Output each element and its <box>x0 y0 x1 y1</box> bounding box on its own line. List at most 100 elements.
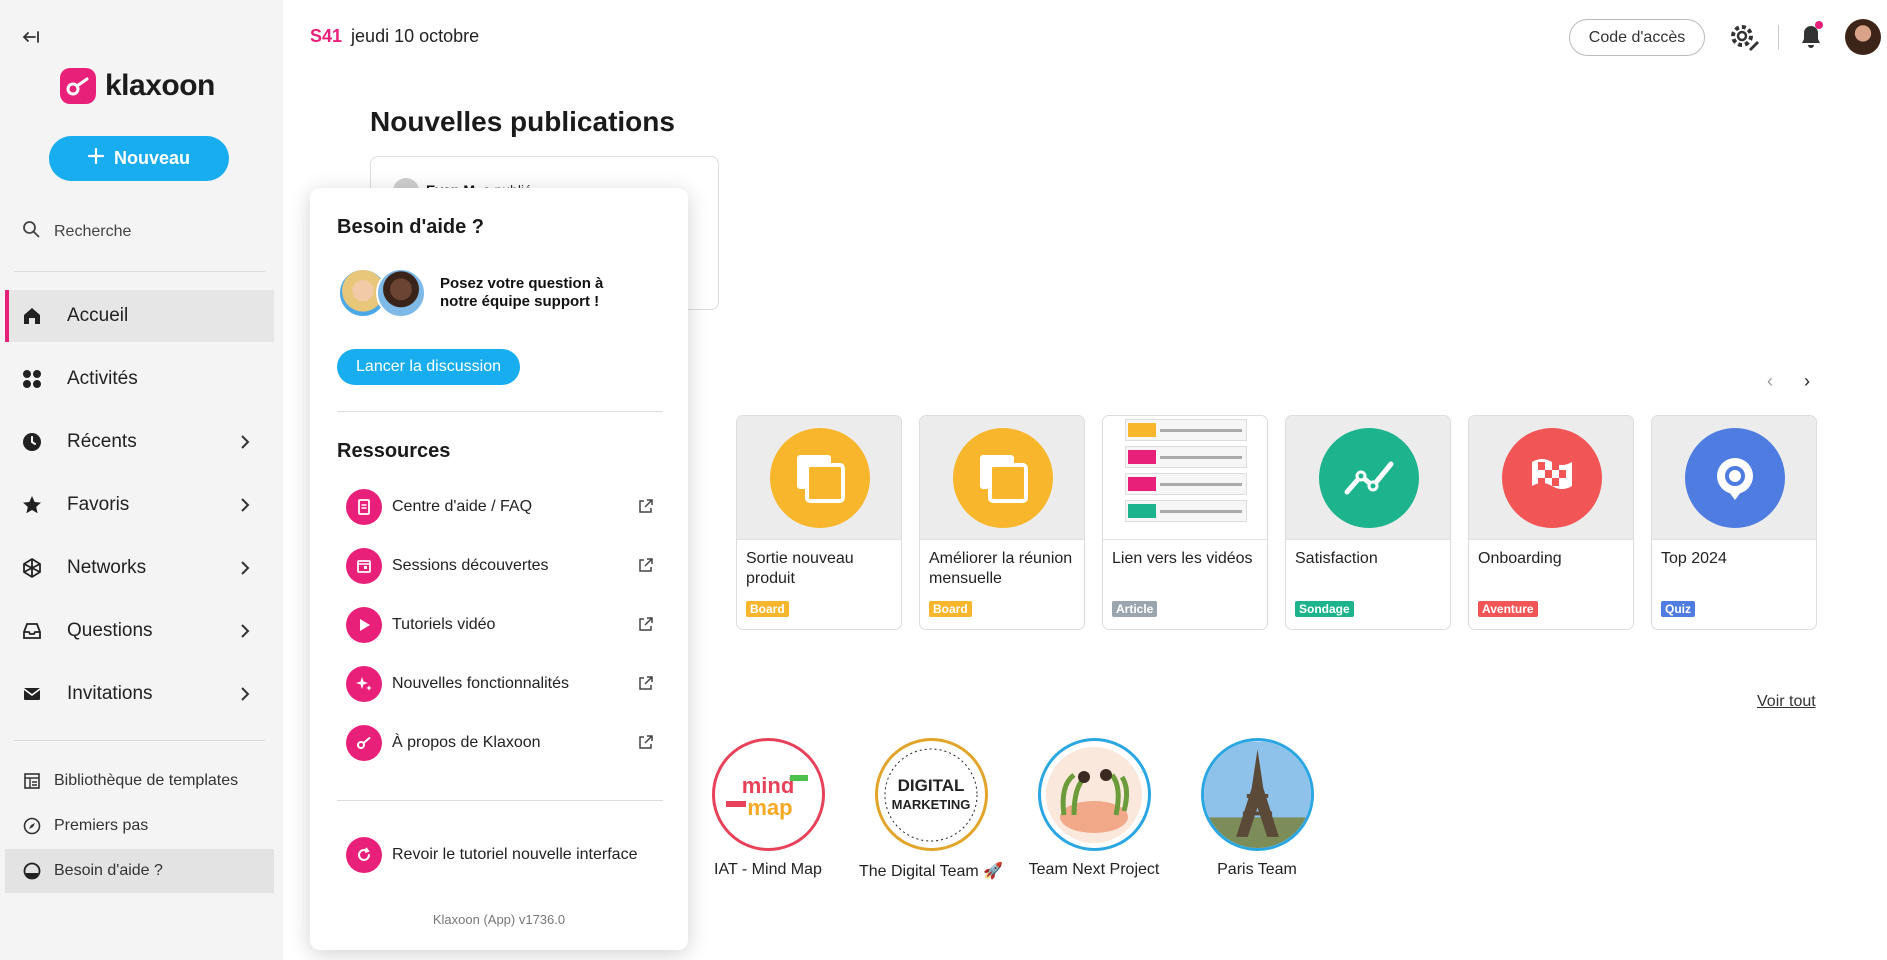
sidebar-divider <box>14 271 265 272</box>
date-label: jeudi 10 octobre <box>351 26 480 46</box>
quiz-icon <box>1685 428 1785 528</box>
document-icon <box>346 489 382 525</box>
current-date: S41 jeudi 10 octobre <box>310 26 479 47</box>
team-name: IAT - Mind Map <box>714 861 822 878</box>
chevron-right-icon <box>236 685 254 703</box>
replay-icon <box>346 837 382 873</box>
toolbar-separator <box>1778 25 1779 50</box>
replay-tutorial-button[interactable]: Revoir le tutoriel nouvelle interface <box>346 836 654 874</box>
activity-title: Top 2024 <box>1661 550 1727 567</box>
activity-thumbnail <box>1103 416 1267 540</box>
plus-icon <box>87 147 105 169</box>
sidebar-item-accueil[interactable]: Accueil <box>5 290 274 342</box>
team-item[interactable]: Paris Team <box>1177 738 1337 879</box>
resource-discovery-sessions[interactable]: Sessions découvertes <box>346 547 654 585</box>
support-invitation-text: Posez votre question à notre équipe supp… <box>440 275 603 311</box>
sidebar-item-networks[interactable]: Networks <box>5 542 274 594</box>
team-avatar <box>1037 738 1151 851</box>
team-item[interactable]: DIGITAL MARKETING The Digital Team 🚀 <box>851 738 1011 881</box>
team-item[interactable]: Team Next Project <box>1014 738 1174 879</box>
activity-type-badge: Board <box>929 601 972 617</box>
carousel-next-button[interactable]: › <box>1796 370 1818 392</box>
sidebar-item-premiers-pas[interactable]: Premiers pas <box>5 804 274 848</box>
team-item[interactable]: mind map IAT - Mind Map <box>688 738 848 879</box>
publications-title: Nouvelles publications <box>370 106 675 137</box>
activity-title: Sortie nouveau produit <box>746 550 854 587</box>
sidebar-item-help[interactable]: Besoin d'aide ? <box>5 849 274 893</box>
sidebar-item-favoris[interactable]: Favoris <box>5 479 274 531</box>
activity-card[interactable]: Lien vers les vidéos Article <box>1102 415 1268 630</box>
clock-icon <box>21 431 43 453</box>
activity-type-badge: Aventure <box>1478 601 1538 617</box>
start-chat-button[interactable]: Lancer la discussion <box>337 349 520 385</box>
sidebar-item-activites[interactable]: Activités <box>5 353 274 405</box>
klaxoon-logo-icon <box>60 68 96 104</box>
resource-new-features[interactable]: Nouvelles fonctionnalités <box>346 665 654 703</box>
help-panel-divider <box>337 800 663 801</box>
sidebar-item-label: Invitations <box>67 683 153 704</box>
notification-badge <box>1815 21 1823 29</box>
support-text-line: Posez votre question à <box>440 275 604 292</box>
resource-about-klaxoon[interactable]: À propos de Klaxoon <box>346 724 654 762</box>
search-button[interactable]: Recherche <box>22 220 131 243</box>
resource-label: À propos de Klaxoon <box>392 734 541 751</box>
mail-icon <box>21 683 43 705</box>
activity-card[interactable]: Améliorer la réunion mensuelle Board <box>919 415 1085 630</box>
activity-card[interactable]: Sortie nouveau produit Board <box>736 415 902 630</box>
help-panel: Besoin d'aide ? Posez votre question à n… <box>310 188 688 950</box>
team-name: Paris Team <box>1217 861 1297 878</box>
activity-type-badge: Board <box>746 601 789 617</box>
access-code-button[interactable]: Code d'accès <box>1569 19 1705 56</box>
calendar-icon <box>346 548 382 584</box>
resource-help-center[interactable]: Centre d'aide / FAQ <box>346 488 654 526</box>
external-link-icon <box>637 616 654 633</box>
activity-thumbnail <box>737 416 901 540</box>
activities-icon <box>21 368 43 390</box>
activity-card[interactable]: Satisfaction Sondage <box>1285 415 1451 630</box>
resource-label: Centre d'aide / FAQ <box>392 498 533 515</box>
team-avatar <box>1200 738 1314 851</box>
board-icon <box>953 428 1053 528</box>
svg-text:MARKETING: MARKETING <box>892 797 971 812</box>
collapse-sidebar-icon[interactable] <box>22 27 42 47</box>
board-icon <box>770 428 870 528</box>
templates-icon <box>22 771 42 791</box>
activity-title: Onboarding <box>1478 550 1562 567</box>
sidebar-item-label: Récents <box>67 431 137 452</box>
new-button[interactable]: Nouveau <box>49 136 229 181</box>
resource-video-tutorials[interactable]: Tutoriels vidéo <box>346 606 654 644</box>
klaxoon-logo[interactable]: klaxoon <box>60 68 215 104</box>
sidebar-item-label: Premiers pas <box>54 817 149 834</box>
inbox-icon <box>21 620 43 642</box>
adventure-flag-icon <box>1502 428 1602 528</box>
settings-gear-icon[interactable] <box>1728 22 1760 54</box>
help-panel-title: Besoin d'aide ? <box>337 216 485 238</box>
sidebar-item-label: Favoris <box>67 494 130 515</box>
sidebar-divider <box>14 740 265 741</box>
networks-icon <box>21 557 43 579</box>
resource-label: Sessions découvertes <box>392 557 549 574</box>
activity-thumbnail <box>1286 416 1450 540</box>
external-link-icon <box>637 557 654 574</box>
sidebar: klaxoon Nouveau Recherche Accueil Activi… <box>0 0 283 960</box>
activity-type-badge: Sondage <box>1295 601 1354 617</box>
see-all-link[interactable]: Voir tout <box>1757 693 1816 711</box>
new-button-label: Nouveau <box>113 148 191 168</box>
chevron-right-icon <box>236 559 254 577</box>
activity-card[interactable]: Onboarding Aventure <box>1468 415 1634 630</box>
carousel-prev-button[interactable]: ‹ <box>1759 370 1781 392</box>
sidebar-item-invitations[interactable]: Invitations <box>5 668 274 720</box>
search-label: Recherche <box>54 222 132 240</box>
sidebar-item-recents[interactable]: Récents <box>5 416 274 468</box>
sidebar-item-label: Questions <box>67 620 153 641</box>
sparkle-icon <box>346 666 382 702</box>
logo-text: klaxoon <box>105 69 215 102</box>
sidebar-item-templates[interactable]: Bibliothèque de templates <box>5 759 274 803</box>
support-agents-avatars <box>338 268 430 320</box>
search-icon <box>22 220 40 243</box>
sidebar-item-label: Activités <box>67 368 138 389</box>
user-avatar[interactable] <box>1845 19 1881 55</box>
activity-card[interactable]: Top 2024 Quiz <box>1651 415 1817 630</box>
sidebar-item-questions[interactable]: Questions <box>5 605 274 657</box>
activity-title: Améliorer la réunion mensuelle <box>929 550 1073 587</box>
